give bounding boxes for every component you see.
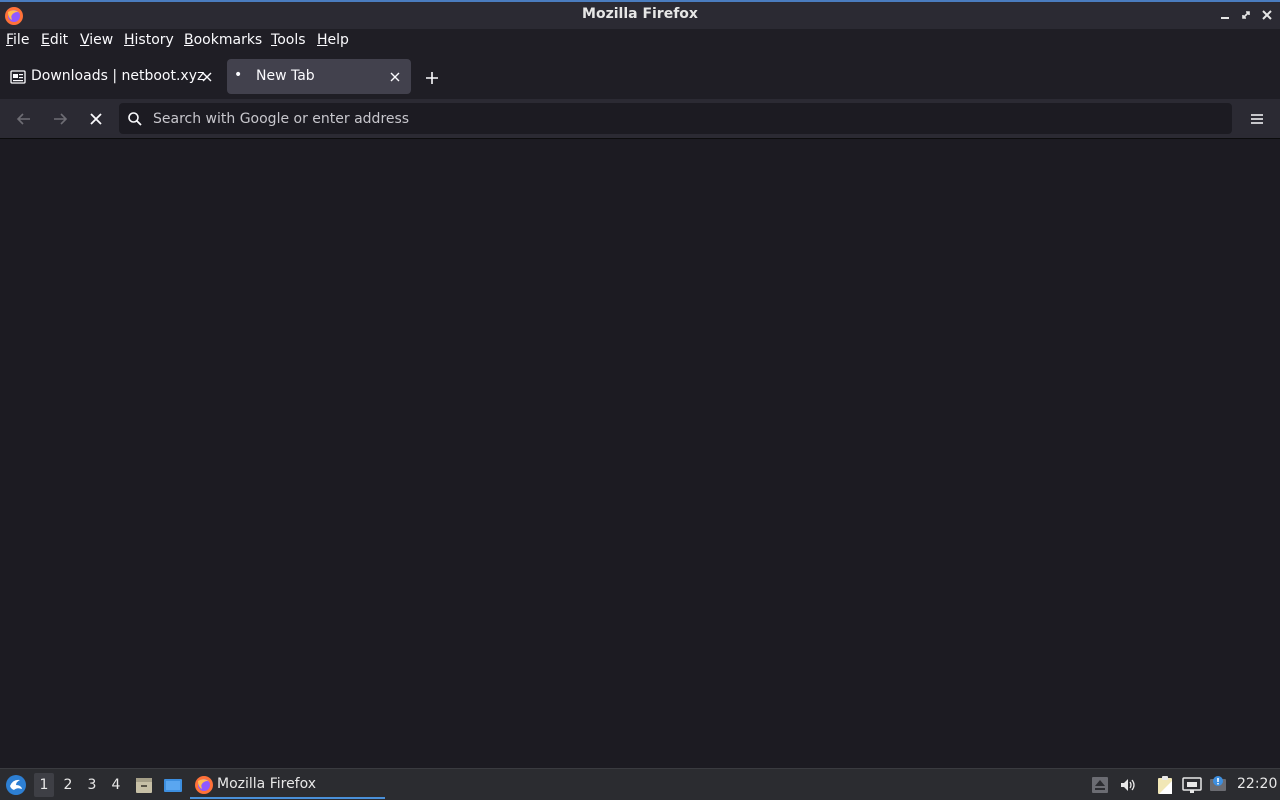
taskbar-firefox-task[interactable]: Mozilla Firefox (190, 771, 385, 799)
tab-loading-indicator: • (234, 67, 243, 83)
page-icon (10, 69, 26, 85)
taskbar: 1 2 3 4 Mozilla Firefox 22:20 (0, 768, 1280, 800)
back-arrow-icon[interactable] (14, 109, 34, 129)
menu-tools[interactable]: Tools (271, 32, 306, 48)
tab-label: New Tab (256, 68, 315, 84)
show-desktop-icon[interactable] (163, 775, 183, 795)
maximize-button[interactable] (1238, 7, 1254, 23)
close-tab-icon[interactable] (388, 70, 402, 84)
menu-file[interactable]: File (6, 32, 29, 48)
close-window-button[interactable] (1259, 7, 1275, 23)
hamburger-menu-icon[interactable] (1247, 109, 1267, 129)
task-label: Mozilla Firefox (217, 776, 317, 792)
tab-new-tab[interactable]: • New Tab (227, 59, 411, 94)
notification-icon[interactable] (1208, 775, 1228, 795)
tab-label: Downloads | netboot.xyz (31, 68, 205, 84)
forward-arrow-icon[interactable] (50, 109, 70, 129)
address-bar[interactable] (119, 103, 1232, 134)
network-icon[interactable] (1182, 775, 1202, 795)
window-title: Mozilla Firefox (582, 6, 698, 22)
close-tab-icon[interactable] (200, 70, 214, 84)
clipboard-icon[interactable] (1155, 775, 1175, 795)
eject-icon[interactable] (1090, 775, 1110, 795)
workspace-2[interactable]: 2 (58, 773, 78, 797)
workspace-4[interactable]: 4 (106, 773, 126, 797)
minimize-button[interactable] (1217, 7, 1233, 23)
workspace-3[interactable]: 3 (82, 773, 102, 797)
menu-history[interactable]: History (124, 32, 174, 48)
url-input[interactable] (153, 103, 1213, 134)
menu-edit[interactable]: Edit (41, 32, 68, 48)
menu-bar: File Edit View History Bookmarks Tools H… (0, 29, 1280, 53)
navigation-toolbar (0, 99, 1280, 139)
start-menu-icon[interactable] (5, 774, 27, 796)
workspace-1[interactable]: 1 (34, 773, 54, 797)
menu-view[interactable]: View (80, 32, 113, 48)
file-manager-icon[interactable] (134, 775, 154, 795)
page-content (0, 139, 1280, 768)
menu-bookmarks[interactable]: Bookmarks (184, 32, 262, 48)
firefox-icon (194, 775, 214, 795)
stop-loading-icon[interactable] (86, 109, 106, 129)
window-titlebar: Mozilla Firefox (0, 0, 1280, 29)
tab-downloads[interactable]: Downloads | netboot.xyz (4, 59, 220, 94)
menu-help[interactable]: Help (317, 32, 349, 48)
search-icon (127, 111, 143, 127)
new-tab-plus-icon[interactable] (422, 68, 442, 88)
tab-strip: Downloads | netboot.xyz • New Tab (0, 53, 1280, 99)
clock: 22:20 (1237, 776, 1278, 792)
volume-icon[interactable] (1118, 775, 1138, 795)
